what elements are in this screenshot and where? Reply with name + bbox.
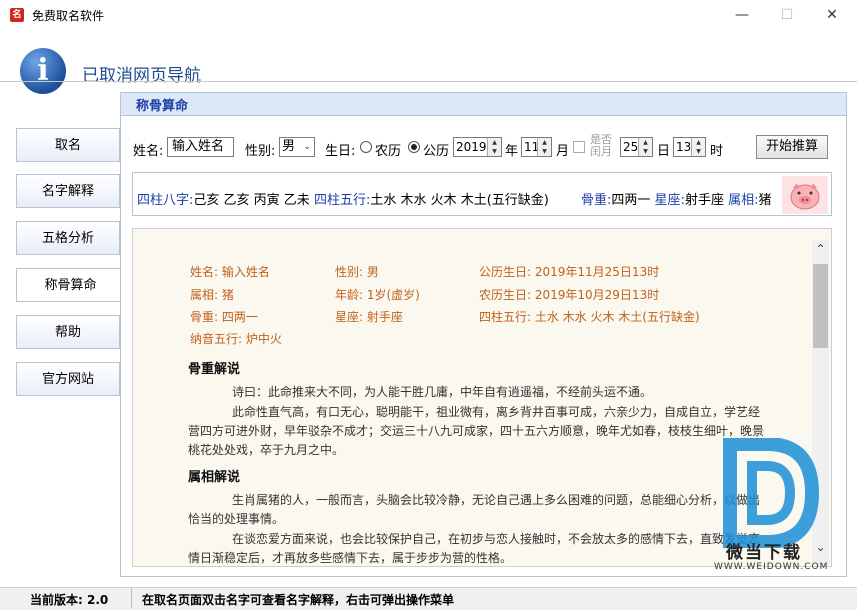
- sidebar-item-website[interactable]: 官方网站: [16, 362, 120, 396]
- sidebar-item-name-explain[interactable]: 名字解释: [16, 174, 120, 208]
- hour-unit: 时: [710, 144, 724, 159]
- panel-title: 称骨算命: [136, 99, 189, 114]
- detail-zodiac: 属相: 猪: [190, 288, 234, 302]
- section-heading: 属相解说: [188, 470, 241, 485]
- detail-weight: 骨重: 四两一: [190, 310, 258, 324]
- detail-age: 年龄: 1岁(虚岁): [335, 288, 420, 302]
- sidebar-item-help[interactable]: 帮助: [16, 315, 120, 349]
- day-stepper[interactable]: 25 ▲ ▼: [620, 137, 653, 157]
- solar-radio[interactable]: [408, 141, 420, 153]
- weight-value: 四两一: [611, 193, 651, 208]
- year-stepper[interactable]: 2019 ▲ ▼: [453, 137, 502, 157]
- detail-gender: 性别: 男: [335, 265, 379, 279]
- gender-value: 男: [282, 139, 296, 154]
- hour-stepper[interactable]: 13 ▲ ▼: [673, 137, 706, 157]
- leap-month-checkbox[interactable]: [573, 141, 585, 153]
- stepper-arrows-icon[interactable]: ▲ ▼: [691, 138, 705, 156]
- star-value: 射手座: [684, 193, 724, 208]
- detail-name: 姓名: 输入姓名: [190, 265, 270, 279]
- lunar-radio[interactable]: [360, 141, 372, 153]
- watermark: 微当下载 WWW.WEIDOWN.COM: [712, 438, 832, 578]
- birthday-label: 生日:: [325, 144, 356, 159]
- name-label: 姓名:: [133, 144, 164, 159]
- star-label: 星座:: [654, 193, 685, 208]
- detail-nayin: 纳音五行: 炉中火: [190, 332, 282, 346]
- minimize-button[interactable]: —: [720, 0, 764, 30]
- day-unit: 日: [657, 144, 671, 159]
- pig-zodiac-icon: [782, 176, 828, 214]
- status-hint: 在取名页面双击名字可查看名字解释，右击可弹出操作菜单: [142, 593, 455, 607]
- month-unit: 月: [556, 144, 570, 159]
- sidebar-item-naming[interactable]: 取名: [16, 128, 120, 162]
- section-paragraph: 此命性直气高，有口无心，聪明能干，祖业微有，离乡背井百事可成，六亲少力，自成自立…: [188, 405, 765, 457]
- detail-lunar-birth: 农历生日: 2019年10月29日13时: [479, 288, 660, 302]
- section-heading: 骨重解说: [188, 362, 241, 377]
- bazi-label: 四柱八字:: [137, 193, 194, 208]
- section-paragraph: 生肖属猪的人，一般而言，头脑会比较冷静，无论自己遇上多么困难的问题，总能细心分析…: [188, 493, 761, 526]
- detail-solar-birth: 公历生日: 2019年11月25日13时: [479, 265, 660, 279]
- sidebar-item-chenggu[interactable]: 称骨算命: [16, 268, 124, 302]
- weight-summary: 骨重:四两一 星座:射手座 属相:猪: [581, 189, 779, 208]
- start-calc-button[interactable]: 开始推算: [756, 135, 828, 159]
- year-unit: 年: [505, 144, 519, 159]
- version-label: 当前版本: 2.0: [30, 593, 109, 607]
- section-paragraph: 在谈恋爱方面来说，也会比较保护自己，在初步与恋人接触时，不会放太多的感情下去，直…: [188, 532, 761, 564]
- zodiac-value: 猪: [758, 193, 772, 208]
- wuxing-value: 土水 木水 火木 木土(五行缺金): [370, 193, 549, 208]
- window-title: 免费取名软件: [32, 9, 105, 23]
- info-icon: i: [20, 48, 66, 94]
- stepper-arrows-icon[interactable]: ▲ ▼: [638, 138, 652, 156]
- gender-label: 性别:: [245, 144, 276, 159]
- sidebar-item-wuge[interactable]: 五格分析: [16, 221, 120, 255]
- maximize-button[interactable]: ☐: [765, 0, 809, 30]
- weight-label: 骨重:: [581, 193, 612, 208]
- section-paragraph: 诗曰：此命推来大不同，为人能干胜几庸，中年自有逍遥福，不经前头运不通。: [232, 385, 653, 399]
- name-input[interactable]: 输入姓名: [167, 137, 234, 157]
- bazi-value: 己亥 乙亥 丙寅 乙未: [193, 193, 310, 208]
- detail-wuxing: 四柱五行: 土水 木水 火木 木土(五行缺金): [479, 310, 700, 324]
- close-button[interactable]: ✕: [810, 0, 854, 30]
- zodiac-label: 属相:: [728, 193, 759, 208]
- watermark-brand: 微当下载: [726, 543, 802, 563]
- gender-select[interactable]: 男 ⌄: [279, 137, 315, 157]
- day-value: 25: [623, 140, 639, 154]
- lunar-label: 农历: [375, 144, 402, 159]
- nav-title: 已取消网页导航: [82, 66, 201, 86]
- watermark-url: WWW.WEIDOWN.COM: [714, 562, 829, 572]
- solar-label: 公历: [423, 144, 450, 159]
- detail-star: 星座: 射手座: [335, 310, 403, 324]
- hour-value: 13: [676, 140, 692, 154]
- stepper-arrows-icon[interactable]: ▲ ▼: [537, 138, 551, 156]
- month-stepper[interactable]: 11 ▲ ▼: [521, 137, 552, 157]
- scroll-thumb[interactable]: [813, 264, 828, 348]
- panel-header: [121, 93, 846, 116]
- app-icon: 名: [10, 8, 24, 22]
- year-value: 2019: [456, 140, 487, 154]
- leap-month-label: 是否闰月: [590, 133, 612, 158]
- chevron-down-icon: ⌄: [303, 142, 311, 152]
- bazi-summary: 四柱八字:己亥 乙亥 丙寅 乙未 四柱五行:土水 木水 火木 木土(五行缺金): [137, 189, 549, 208]
- header-divider: [0, 81, 857, 82]
- stepper-arrows-icon[interactable]: ▲ ▼: [487, 138, 501, 156]
- scroll-up-icon[interactable]: ⌃: [813, 242, 828, 260]
- wuxing-label: 四柱五行:: [313, 193, 371, 208]
- status-divider: [131, 588, 132, 608]
